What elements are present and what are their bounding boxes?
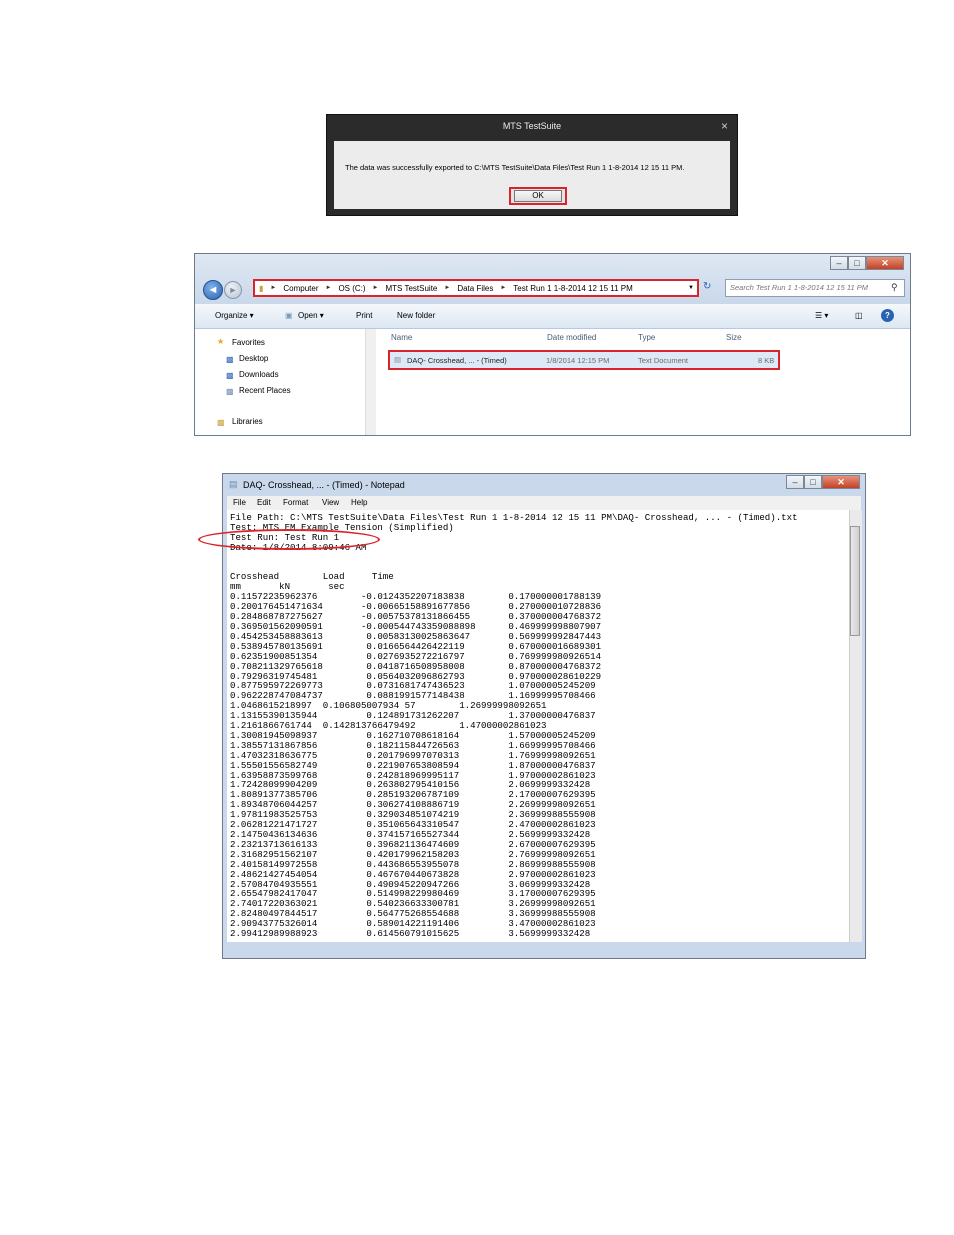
chevron-right-icon: ►	[372, 285, 379, 291]
nav-downloads[interactable]: Downloads	[239, 370, 279, 379]
ok-button[interactable]: OK	[509, 187, 567, 205]
text-area[interactable]: File Path: C:\MTS TestSuite\Data Files\T…	[227, 510, 849, 942]
text-file-icon: ▤	[394, 355, 402, 364]
file-size: 8 KB	[758, 356, 775, 365]
dialog-close-button[interactable]: ×	[721, 120, 728, 132]
address-bar[interactable]: ▮ ► Computer ► OS (C:) ► MTS TestSuite ►…	[253, 279, 699, 297]
forward-button[interactable]: ►	[224, 281, 242, 299]
export-success-dialog: MTS TestSuite × The data was successfull…	[326, 114, 738, 216]
menu-format[interactable]: Format	[283, 498, 308, 507]
menu-edit[interactable]: Edit	[257, 498, 271, 507]
notepad-title: DAQ- Crosshead, ... - (Timed) - Notepad	[243, 480, 405, 490]
libraries-icon: ▩	[217, 418, 225, 427]
breadcrumb-computer[interactable]: Computer	[283, 284, 318, 293]
minimize-button[interactable]: –	[830, 256, 848, 270]
nav-desktop[interactable]: Desktop	[239, 354, 268, 363]
chevron-right-icon: ►	[325, 285, 332, 291]
command-bar: Organize ▾ ▣ Open ▾ Print New folder ☰ ▾…	[195, 304, 910, 329]
notepad-window-controls: – □ ✕	[786, 475, 860, 489]
nav-scrollbar[interactable]	[365, 329, 376, 435]
file-type: Text Document	[638, 356, 689, 365]
notepad-icon: ▤	[229, 479, 238, 489]
column-size[interactable]: Size	[726, 333, 742, 342]
file-name: DAQ- Crosshead, ... - (Timed)	[407, 356, 507, 365]
menu-view[interactable]: View	[322, 498, 339, 507]
close-button[interactable]: ✕	[866, 256, 904, 270]
breadcrumb-mts[interactable]: MTS TestSuite	[386, 284, 438, 293]
breadcrumb-datafiles[interactable]: Data Files	[457, 284, 493, 293]
open-icon: ▣	[285, 311, 293, 320]
search-icon[interactable]: ⚲	[891, 282, 898, 293]
explorer-window: – □ ✕ ◄ ► ▮ ► Computer ► OS (C:) ► MTS T…	[194, 253, 911, 436]
menu-help[interactable]: Help	[351, 498, 367, 507]
refresh-icon[interactable]: ↻	[703, 281, 719, 295]
dialog-message: The data was successfully exported to C:…	[345, 163, 685, 172]
column-type[interactable]: Type	[638, 333, 655, 342]
dialog-body: The data was successfully exported to C:…	[334, 141, 730, 209]
minimize-button[interactable]: –	[786, 475, 804, 489]
menu-file[interactable]: File	[233, 498, 246, 507]
search-input[interactable]: Search Test Run 1 1-8-2014 12 15 11 PM	[725, 279, 905, 297]
new-folder-button[interactable]: New folder	[397, 311, 435, 320]
menu-bar: File Edit Format View Help	[227, 496, 861, 510]
nav-recent-places[interactable]: Recent Places	[239, 386, 291, 395]
help-icon[interactable]: ?	[881, 309, 894, 322]
notepad-titlebar: ▤ DAQ- Crosshead, ... - (Timed) - Notepa…	[223, 474, 865, 496]
star-icon: ★	[217, 337, 225, 346]
chevron-right-icon: ►	[444, 285, 451, 291]
chevron-right-icon: ►	[270, 285, 277, 291]
navigation-pane: ★ Favorites ▩ Desktop ▩ Downloads ▩ Rece…	[195, 329, 366, 435]
nav-libraries[interactable]: Libraries	[232, 417, 263, 426]
column-date-modified[interactable]: Date modified	[547, 333, 596, 342]
file-date: 1/8/2014 12:15 PM	[546, 356, 610, 365]
nav-favorites[interactable]: Favorites	[232, 338, 265, 347]
recent-places-icon: ▩	[226, 387, 234, 396]
notepad-bottom-frame	[227, 942, 861, 956]
breadcrumb-testrun[interactable]: Test Run 1 1-8-2014 12 15 11 PM	[513, 284, 632, 293]
downloads-icon: ▩	[226, 371, 234, 380]
maximize-button[interactable]: □	[848, 256, 866, 270]
organize-button[interactable]: Organize ▾	[215, 311, 254, 320]
file-contents: File Path: C:\MTS TestSuite\Data Files\T…	[230, 512, 798, 940]
open-button[interactable]: Open ▾	[298, 311, 324, 320]
test-run-highlight-ellipse	[198, 529, 380, 550]
scrollbar-thumb[interactable]	[850, 526, 860, 636]
view-options-icon[interactable]: ☰ ▾	[815, 311, 828, 320]
column-name[interactable]: Name	[391, 333, 412, 342]
ok-button-label: OK	[514, 190, 562, 202]
close-button[interactable]: ✕	[822, 475, 860, 489]
desktop-icon: ▩	[226, 355, 234, 364]
chevron-down-icon[interactable]: ▼	[688, 285, 694, 291]
breadcrumb-os[interactable]: OS (C:)	[338, 284, 365, 293]
dialog-title: MTS TestSuite	[502, 121, 562, 131]
back-button[interactable]: ◄	[203, 280, 223, 300]
maximize-button[interactable]: □	[804, 475, 822, 489]
preview-pane-icon[interactable]: ◫	[855, 311, 863, 320]
folder-icon: ▮	[259, 283, 264, 293]
explorer-window-controls: – □ ✕	[830, 256, 904, 270]
chevron-right-icon: ►	[500, 285, 507, 291]
print-button[interactable]: Print	[356, 311, 372, 320]
column-headers: Name Date modified Type Size	[377, 329, 910, 347]
file-row[interactable]: ▤ DAQ- Crosshead, ... - (Timed) 1/8/2014…	[388, 350, 780, 370]
